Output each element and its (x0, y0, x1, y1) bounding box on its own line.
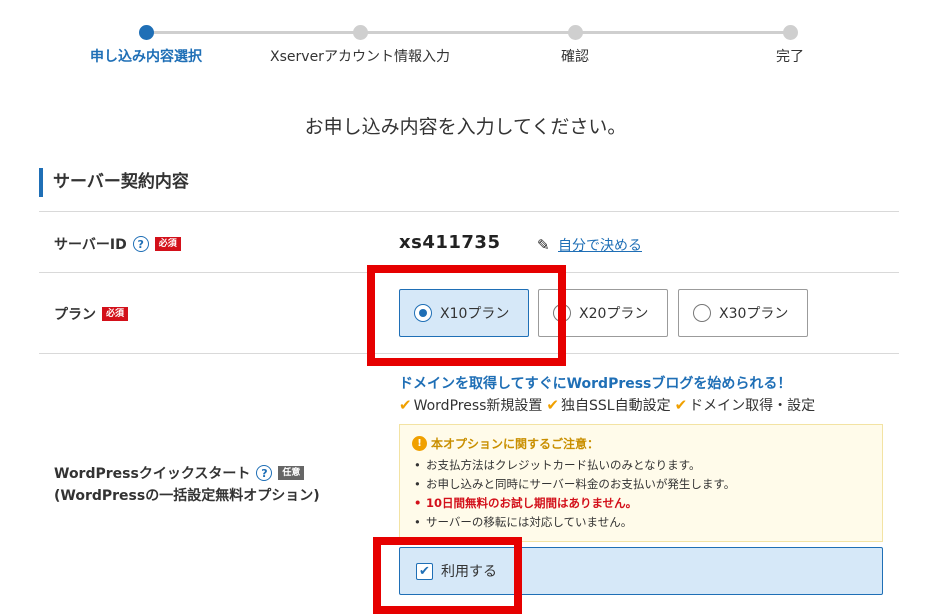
wp-quickstart-label: WordPressクイックスタート (54, 466, 251, 482)
checkmark-icon: ✔ (399, 396, 412, 414)
notice-item: お申し込みと同時にサーバー料金のお支払いが発生します。 (412, 475, 870, 494)
notice-box: ! 本オプションに関するご注意： お支払方法はクレジットカード払いのみとなります… (399, 424, 883, 542)
checkmark-icon: ✔ (546, 396, 559, 414)
checkmark-icon: ✔ (674, 396, 688, 414)
wp-headline: ドメインを取得してすぐにWordPressブログを始められる！ (399, 376, 792, 392)
divider (39, 211, 899, 212)
notice-item-emphasis: 10日間無料のお試し期間はありません。 (412, 494, 870, 513)
radio-selected-icon[interactable] (414, 304, 432, 322)
radio-icon[interactable] (553, 304, 571, 322)
page-subtitle: お申し込み内容を入力してください。 (304, 116, 627, 138)
pencil-icon: ✎ (537, 236, 550, 254)
section-title: サーバー契約内容 (39, 168, 189, 197)
plan-option-x20[interactable]: X20プラン (538, 289, 668, 337)
feature-list: ✔ WordPress新規設置 ✔ 独自SSL自動設定 ✔ ドメイン取得・設定 (399, 395, 815, 415)
radio-icon[interactable] (693, 304, 711, 322)
required-badge: 必須 (102, 306, 129, 322)
exclamation-circle-icon: ! (412, 436, 427, 451)
plan-option-label: X20プラン (579, 306, 649, 322)
feature-item: ✔ WordPress新規設置 (399, 396, 543, 414)
stepper-line (146, 31, 791, 34)
use-option-label: 利用する (441, 564, 497, 580)
step-dot-3 (568, 25, 583, 40)
plan-label: プラン (54, 307, 96, 323)
question-circle-icon[interactable]: ? (132, 236, 149, 252)
feature-item: ✔ 独自SSL自動設定 (546, 396, 671, 414)
plan-option-x30[interactable]: X30プラン (678, 289, 808, 337)
step-label-complete: 完了 (776, 49, 804, 65)
server-id-label-group: サーバーID ? 必須 (54, 234, 181, 254)
use-option-checkbox[interactable]: ✔ 利用する (399, 547, 883, 595)
notice-item: サーバーの移転には対応していません。 (412, 513, 870, 532)
notice-title-group: ! 本オプションに関するご注意： (412, 435, 870, 452)
decide-self-link-group[interactable]: ✎ 自分で決める (537, 235, 642, 255)
decide-self-link[interactable]: 自分で決める (558, 235, 642, 255)
server-id-value: xs411735 (399, 232, 501, 253)
step-dot-2 (353, 25, 368, 40)
plan-label-group: プラン 必須 (54, 304, 129, 324)
notice-item: お支払方法はクレジットカード払いのみとなります。 (412, 456, 870, 475)
notice-list: お支払方法はクレジットカード払いのみとなります。 お申し込みと同時にサーバー料金… (412, 456, 870, 532)
required-badge: 必須 (154, 236, 181, 252)
divider (39, 353, 899, 354)
wp-quickstart-label-group: WordPressクイックスタート ? 任意 (54, 463, 305, 483)
step-label-account: Xserverアカウント情報入力 (270, 49, 450, 65)
divider (39, 272, 899, 273)
wp-quickstart-sublabel: (WordPressの一括設定無料オプション) (54, 488, 320, 504)
question-circle-icon[interactable]: ? (256, 465, 273, 481)
plan-option-x10[interactable]: X10プラン (399, 289, 529, 337)
step-dot-4 (783, 25, 798, 40)
optional-badge: 任意 (278, 465, 305, 481)
server-id-label: サーバーID (54, 237, 127, 253)
plan-option-label: X10プラン (440, 306, 510, 322)
step-dot-1 (139, 25, 154, 40)
step-label-confirm: 確認 (561, 49, 589, 65)
notice-title: 本オプションに関するご注意： (431, 437, 600, 451)
progress-stepper: 申し込み内容選択 Xserverアカウント情報入力 確認 完了 (0, 0, 931, 80)
feature-item: ✔ ドメイン取得・設定 (674, 396, 816, 414)
step-label-select: 申し込み内容選択 (90, 49, 202, 65)
checkbox-checked-icon[interactable]: ✔ (416, 562, 433, 580)
plan-option-label: X30プラン (719, 306, 789, 322)
